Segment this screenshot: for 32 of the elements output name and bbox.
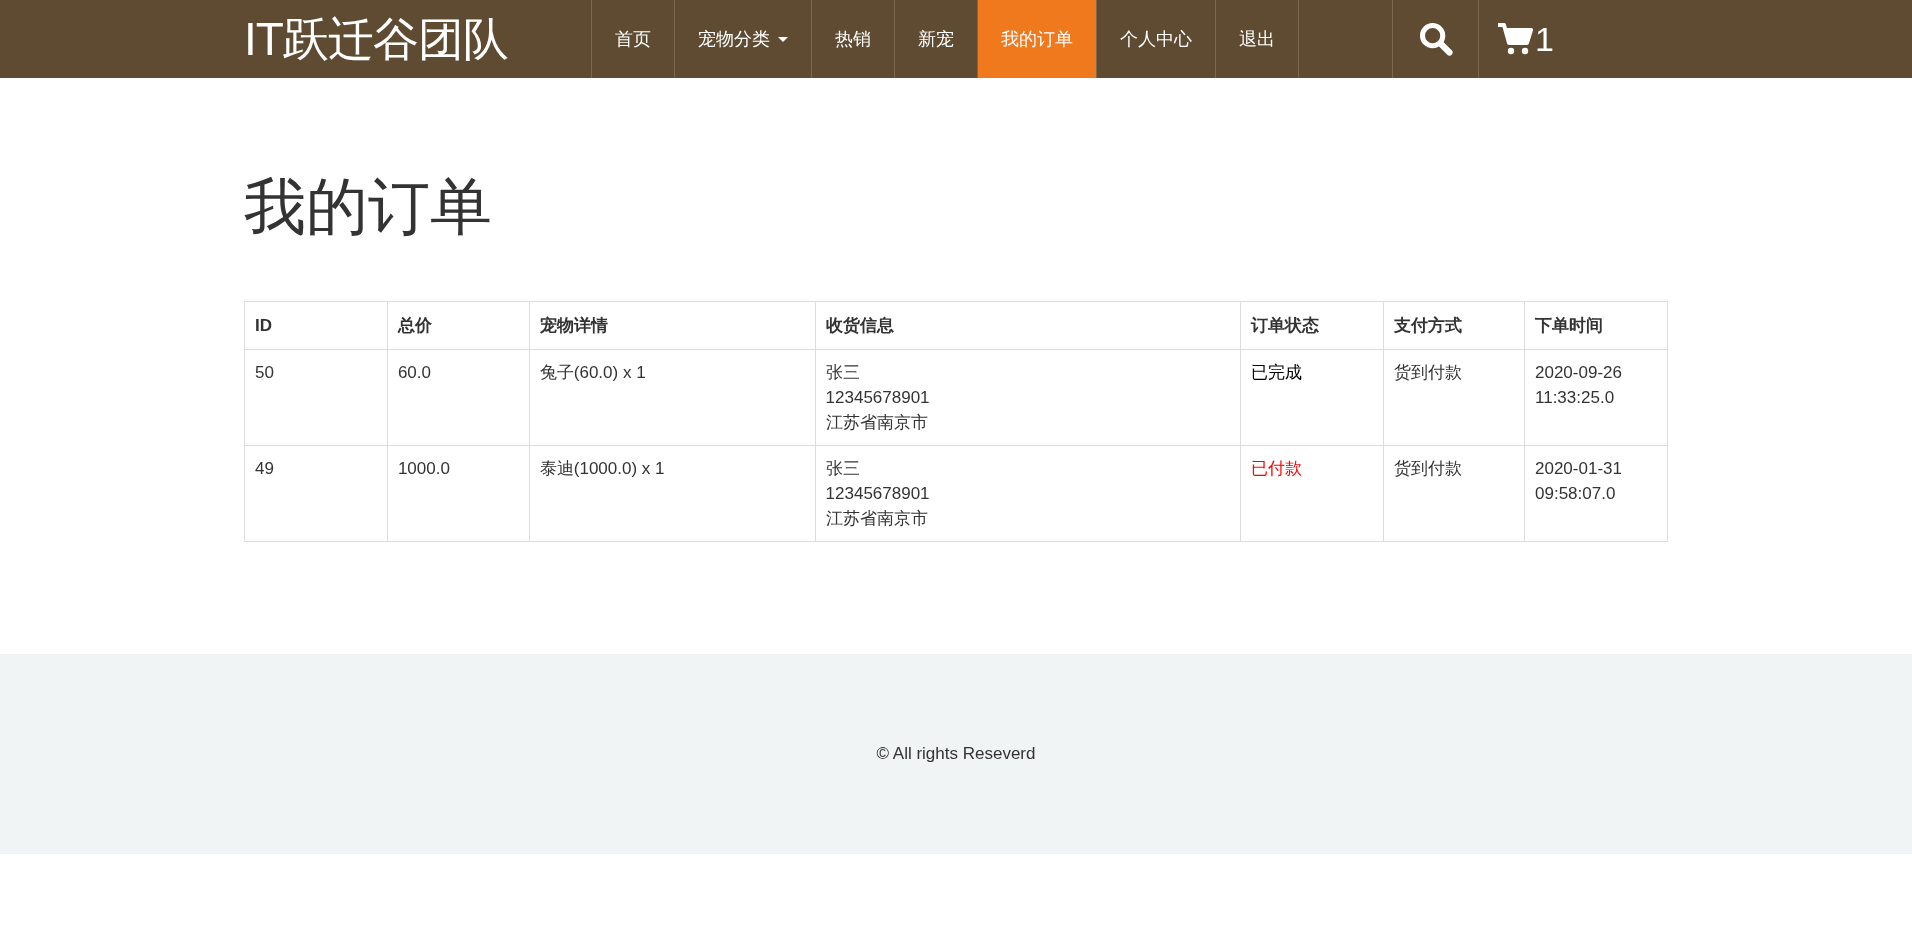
table-cell: 张三 12345678901 江苏省南京市 [815,445,1241,542]
cart-icon [1497,22,1533,56]
column-header: 总价 [387,301,530,350]
cart-button[interactable]: 1 [1479,0,1572,78]
nav-item[interactable]: 个人中心 [1097,0,1216,78]
nav-item[interactable]: 首页 [592,0,675,78]
column-header: 下单时间 [1524,301,1668,350]
brand-logo: IT跃迁谷团队 [244,12,509,67]
table-cell: 49 [244,445,388,542]
nav-item[interactable]: 宠物分类 [675,0,812,78]
nav-item[interactable]: 热销 [812,0,895,78]
copyright-text: © All rights Reseverd [876,744,1036,765]
table-cell: 货到付款 [1383,349,1525,446]
table-cell: 已完成 [1240,349,1384,446]
column-header: 宠物详情 [529,301,816,350]
search-icon [1417,21,1454,57]
table-cell: 50 [244,349,388,446]
table-cell: 已付款 [1240,445,1384,542]
table-cell: 2020-01-31 09:58:07.0 [1524,445,1668,542]
table-cell: 张三 12345678901 江苏省南京市 [815,349,1241,446]
column-header: 收货信息 [815,301,1241,350]
table-cell: 兔子(60.0) x 1 [529,349,816,446]
table-cell: 货到付款 [1383,445,1525,542]
column-header: ID [244,301,388,350]
table-cell: 60.0 [387,349,530,446]
page-title: 我的订单 [244,173,493,242]
table-cell: 泰迪(1000.0) x 1 [529,445,816,542]
table-cell: 2020-09-26 11:33:25.0 [1524,349,1668,446]
table-cell: 1000.0 [387,445,530,542]
nav-item[interactable]: 退出 [1216,0,1299,78]
column-header: 支付方式 [1383,301,1525,350]
column-header: 订单状态 [1240,301,1384,350]
